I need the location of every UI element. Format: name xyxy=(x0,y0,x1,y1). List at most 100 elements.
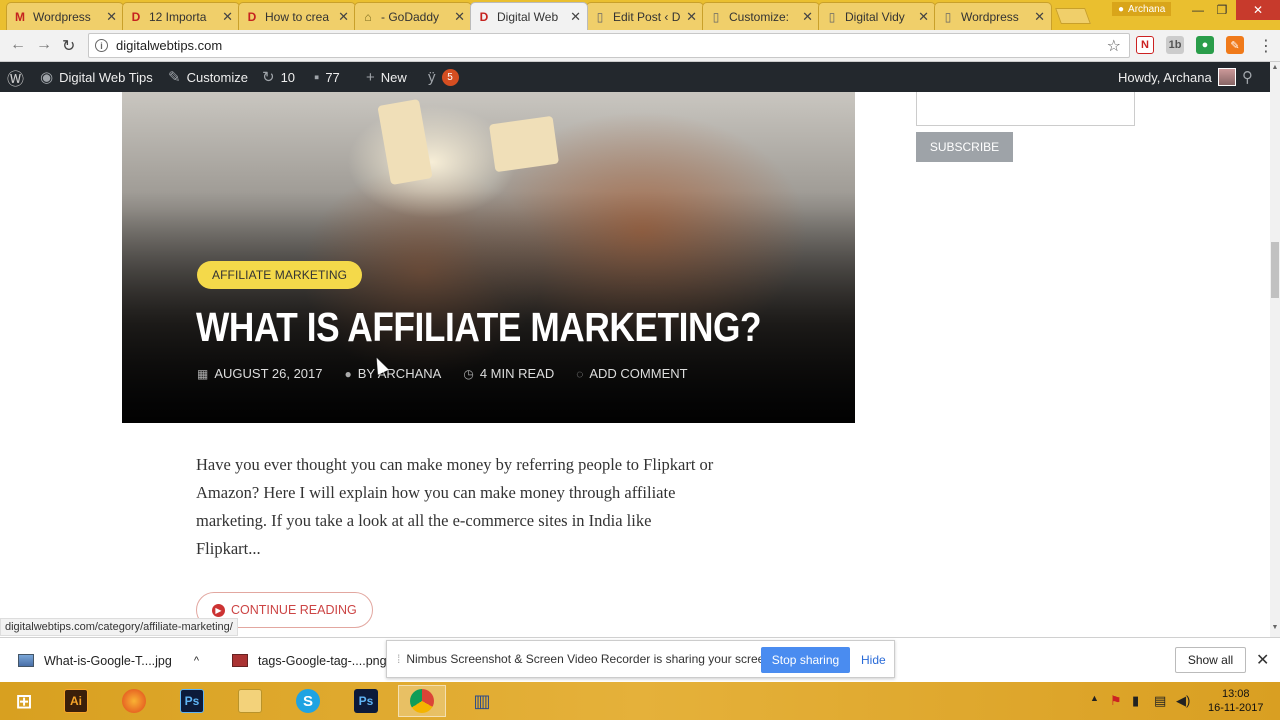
close-tab-icon[interactable]: ✕ xyxy=(802,9,813,25)
brush-icon: ✎ xyxy=(168,69,181,86)
show-hidden-icons[interactable]: ▲ xyxy=(1090,693,1099,703)
tab-customize[interactable]: ▯ Customize: ✕ xyxy=(702,2,820,30)
close-tab-icon[interactable]: ✕ xyxy=(686,9,697,25)
site-favicon-icon: D xyxy=(247,9,257,24)
scroll-up-icon[interactable]: ▲ xyxy=(1270,64,1280,71)
building-icon: ▥ xyxy=(473,690,491,711)
taskbar-skype[interactable]: S xyxy=(284,685,332,717)
document-icon: ▯ xyxy=(828,9,836,24)
close-tab-icon[interactable]: ✕ xyxy=(570,9,581,25)
close-tab-icon[interactable]: ✕ xyxy=(222,9,233,25)
close-tab-icon[interactable]: ✕ xyxy=(918,9,929,25)
reload-icon[interactable]: ↻ xyxy=(62,36,75,56)
start-button[interactable]: ⊞ xyxy=(0,685,48,717)
category-pill[interactable]: AFFILIATE MARKETING xyxy=(197,261,363,289)
subscribe-button[interactable]: SUBSCRIBE xyxy=(916,132,1013,162)
yoast-badge: 5 xyxy=(441,68,459,86)
download-shelf: What-is-Google-T....jpg ^ tags-Google-ta… xyxy=(0,637,1280,682)
hide-button[interactable]: Hide xyxy=(861,647,886,673)
taskbar-chrome[interactable] xyxy=(398,685,446,717)
close-window-button[interactable]: ✕ xyxy=(1236,0,1280,20)
chevron-up-icon[interactable]: ^ xyxy=(194,655,199,667)
site-name-link[interactable]: ◉ Digital Web Tips xyxy=(40,62,153,92)
image-file-icon xyxy=(232,654,248,667)
tab-digital-web-active[interactable]: D Digital Web ✕ xyxy=(470,2,588,30)
taskbar-photoshop[interactable]: Ps xyxy=(168,685,216,717)
photoshop-icon: Ps xyxy=(354,689,378,713)
tab-godaddy[interactable]: ⌂ - GoDaddy ✕ xyxy=(354,2,472,30)
show-all-button[interactable]: Show all xyxy=(1175,647,1246,673)
close-tab-icon[interactable]: ✕ xyxy=(106,9,117,25)
windows-taskbar: ⊞ Ai Ps S Ps ▥ ▲ ⚑ ▮ ▤ ◀) 13:08 16-11-20… xyxy=(0,682,1280,720)
new-tab-button[interactable] xyxy=(1055,8,1091,24)
read-time: ◷ 4 MIN READ xyxy=(463,366,555,381)
tab-how-to-create[interactable]: D How to crea ✕ xyxy=(238,2,356,30)
close-tab-icon[interactable]: ✕ xyxy=(338,9,349,25)
stop-sharing-button[interactable]: Stop sharing xyxy=(761,647,850,673)
back-icon[interactable]: ← xyxy=(10,36,26,54)
close-icon[interactable]: ✕ xyxy=(1256,650,1269,670)
my-account-link[interactable]: Howdy, Archana xyxy=(1118,62,1236,92)
windows-logo-icon: ⊞ xyxy=(15,690,33,713)
post-date[interactable]: ▦ AUGUST 26, 2017 xyxy=(197,366,323,381)
taskbar-illustrator[interactable]: Ai xyxy=(52,685,100,717)
extension-chart-icon[interactable]: ✎ xyxy=(1226,36,1244,54)
download-item[interactable]: tags-Google-tag-....png xyxy=(232,638,387,683)
tab-digital-vidya[interactable]: ▯ Digital Vidy ✕ xyxy=(818,2,936,30)
updates-link[interactable]: ↻ 10 xyxy=(262,62,295,92)
extension-1b-icon[interactable]: 1b xyxy=(1166,36,1184,54)
tab-12-important[interactable]: D 12 Importa ✕ xyxy=(122,2,240,30)
scroll-thumb[interactable] xyxy=(1271,242,1279,298)
tab-wordpress[interactable]: ▯ Wordpress ✕ xyxy=(934,2,1052,30)
extension-new-icon[interactable]: ● xyxy=(1196,36,1214,54)
wordpress-logo-icon[interactable]: Ⓦ xyxy=(7,62,24,92)
info-icon[interactable]: i xyxy=(95,39,108,52)
menu-kebab-icon[interactable]: ⋮ xyxy=(1258,36,1274,56)
document-icon: ▯ xyxy=(712,9,720,24)
taskbar-firefox[interactable] xyxy=(110,685,158,717)
volume-icon[interactable]: ◀) xyxy=(1176,693,1190,709)
close-tab-icon[interactable]: ✕ xyxy=(1034,9,1045,25)
page-scrollbar[interactable]: ▲ ▼ xyxy=(1270,62,1280,637)
taskbar-photoshop-2[interactable]: Ps xyxy=(342,685,390,717)
subscribe-email-input[interactable] xyxy=(916,92,1135,126)
site-favicon-icon: D xyxy=(479,9,489,24)
drag-handle-icon[interactable]: ⁞ xyxy=(397,652,400,666)
post-excerpt: Have you ever thought you can make money… xyxy=(196,455,714,558)
download-item[interactable]: What-is-Google-T....jpg ^ xyxy=(18,638,199,683)
featured-image-puzzle: AFFILIATE MARKETING WHAT IS AFFILIATE MA… xyxy=(122,92,855,423)
tab-wordpress-gmail[interactable]: M Wordpress ✕ xyxy=(6,2,124,30)
updates-icon: ↻ xyxy=(262,69,275,86)
calendar-icon: ▦ xyxy=(197,366,209,381)
browser-tab-strip: M Wordpress ✕ D 12 Importa ✕ D How to cr… xyxy=(0,0,1280,30)
scroll-down-icon[interactable]: ▼ xyxy=(1270,624,1280,631)
new-content-link[interactable]: + New xyxy=(366,62,407,92)
close-tab-icon[interactable]: ✕ xyxy=(454,9,465,25)
address-bar[interactable]: i digitalwebtips.com ☆ xyxy=(88,33,1130,58)
taskbar-app[interactable]: ▥ xyxy=(458,685,506,717)
add-comment-link[interactable]: ◌ ADD COMMENT xyxy=(576,366,687,381)
bookmark-star-icon[interactable]: ☆ xyxy=(1107,36,1121,56)
post-title[interactable]: WHAT IS AFFILIATE MARKETING? xyxy=(196,304,762,351)
search-icon[interactable]: ⚲ xyxy=(1242,62,1253,92)
taskbar-explorer[interactable] xyxy=(226,685,274,717)
extension-n-icon[interactable]: N xyxy=(1136,36,1154,54)
yoast-seo-link[interactable]: ÿ 5 xyxy=(428,62,459,92)
profile-badge[interactable]: ● Archana xyxy=(1112,2,1172,16)
post-author[interactable]: ● BY ARCHANA xyxy=(345,366,442,381)
restore-button[interactable]: ❐ xyxy=(1208,0,1236,20)
network-icon[interactable]: ▤ xyxy=(1154,693,1166,709)
post-meta: ▦ AUGUST 26, 2017 ● BY ARCHANA ◷ 4 MIN READ… xyxy=(197,366,688,381)
customize-link[interactable]: ✎ Customize xyxy=(168,62,248,92)
skype-icon: S xyxy=(296,689,320,713)
dashboard-icon: ◉ xyxy=(40,69,54,86)
system-clock[interactable]: 13:08 16-11-2017 xyxy=(1208,687,1263,715)
comment-icon: ▪ xyxy=(314,68,320,86)
flag-icon[interactable]: ⚑ xyxy=(1110,693,1122,709)
site-favicon-icon: D xyxy=(131,9,141,24)
power-icon[interactable]: ▮ xyxy=(1132,693,1139,709)
tab-edit-post[interactable]: ▯ Edit Post ‹ D ✕ xyxy=(586,2,704,30)
forward-icon[interactable]: → xyxy=(36,36,52,54)
gmail-icon: M xyxy=(15,9,25,24)
comments-link[interactable]: ▪ 77 xyxy=(314,62,340,92)
